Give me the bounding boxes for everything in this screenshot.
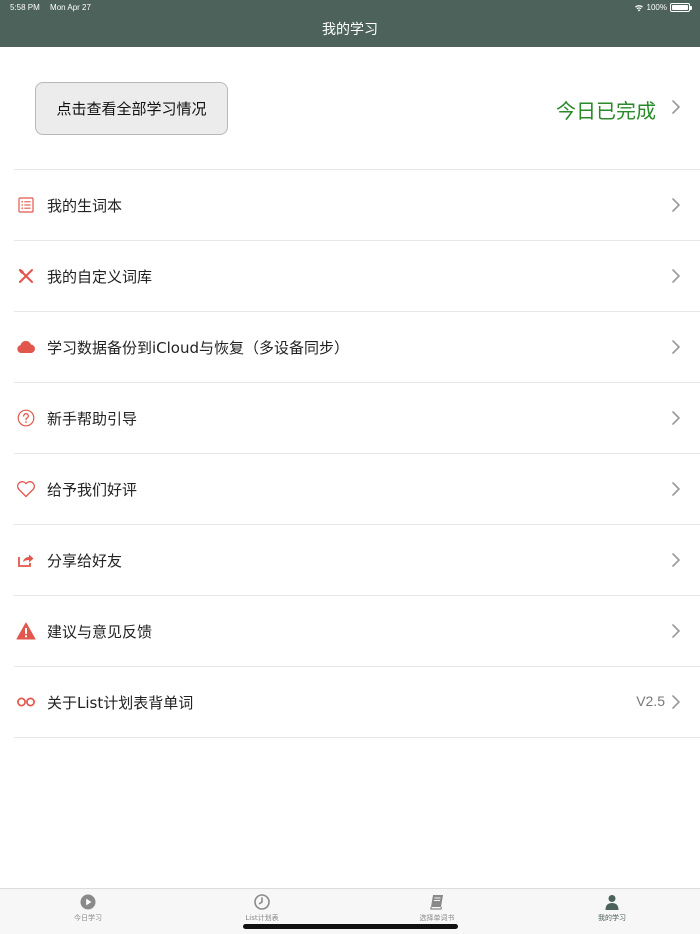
tab-label: List计划表 [245,914,279,922]
chevron-right-icon [672,269,680,283]
summary-section: 点击查看全部学习情况 今日已完成 [0,47,700,170]
menu-item-label: 我的自定义词库 [47,268,153,286]
settings-menu: 我的生词本 我的自定义词库 学习数据备份到iCloud与恢复（多设备同步） 新手… [0,170,700,738]
battery-icon [670,3,692,12]
infinity-icon [16,692,36,712]
menu-item-vocabulary-book[interactable]: 我的生词本 [14,170,700,241]
tab-label: 我的学习 [598,914,626,922]
battery-percent: 100% [646,3,667,12]
status-date: Mon Apr 27 [50,3,91,12]
play-circle-icon [80,894,96,910]
book-icon [430,895,443,910]
menu-item-help-guide[interactable]: 新手帮助引导 [14,383,700,454]
menu-item-label: 建议与意见反馈 [47,623,153,641]
question-circle-icon [16,408,36,428]
menu-item-label: 关于List计划表背单词 [47,694,194,712]
menu-item-feedback[interactable]: 建议与意见反馈 [14,596,700,667]
chevron-right-icon [672,553,680,567]
status-bar-right: 100% [634,3,692,12]
app-version: V2.5 [636,693,665,709]
list-icon [16,195,36,215]
view-all-progress-button[interactable]: 点击查看全部学习情况 [35,82,228,135]
status-time: 5:58 PM [10,3,40,12]
utensils-icon [16,266,36,286]
menu-item-icloud-backup[interactable]: 学习数据备份到iCloud与恢复（多设备同步） [14,312,700,383]
menu-item-share[interactable]: 分享给好友 [14,525,700,596]
chevron-right-icon [672,198,680,212]
menu-item-rate-us[interactable]: 给予我们好评 [14,454,700,525]
navigation-header: 5:58 PM Mon Apr 27 100% 我的学习 [0,0,700,47]
menu-item-label: 学习数据备份到iCloud与恢复（多设备同步） [47,339,350,357]
chevron-right-icon [672,100,680,114]
home-indicator [243,924,458,929]
menu-item-label: 我的生词本 [47,197,123,215]
tab-list-plan[interactable]: List计划表 [207,894,317,923]
chevron-right-icon [672,695,680,709]
tab-choose-book[interactable]: 选择单词书 [382,894,492,923]
tab-label: 选择单词书 [419,914,455,922]
menu-item-label: 分享给好友 [47,552,123,570]
person-icon [605,895,619,910]
menu-item-custom-library[interactable]: 我的自定义词库 [14,241,700,312]
menu-item-about[interactable]: 关于List计划表背单词 V2.5 [14,667,700,738]
status-bar-left: 5:58 PM Mon Apr 27 [10,3,99,12]
warning-icon [16,621,36,641]
page-title: 我的学习 [322,22,378,38]
tab-label: 今日学习 [74,914,102,922]
chevron-right-icon [672,482,680,496]
heart-icon [16,479,36,499]
menu-item-label: 给予我们好评 [47,481,138,499]
share-icon [16,550,36,570]
tab-my-study[interactable]: 我的学习 [557,894,667,923]
today-status-link[interactable]: 今日已完成 [556,95,656,124]
chevron-right-icon [672,624,680,638]
tab-today-study[interactable]: 今日学习 [33,894,143,923]
menu-item-label: 新手帮助引导 [47,410,138,428]
clock-icon [254,894,270,910]
cloud-icon [16,337,36,357]
chevron-right-icon [672,411,680,425]
wifi-icon [634,5,643,12]
chevron-right-icon [672,340,680,354]
